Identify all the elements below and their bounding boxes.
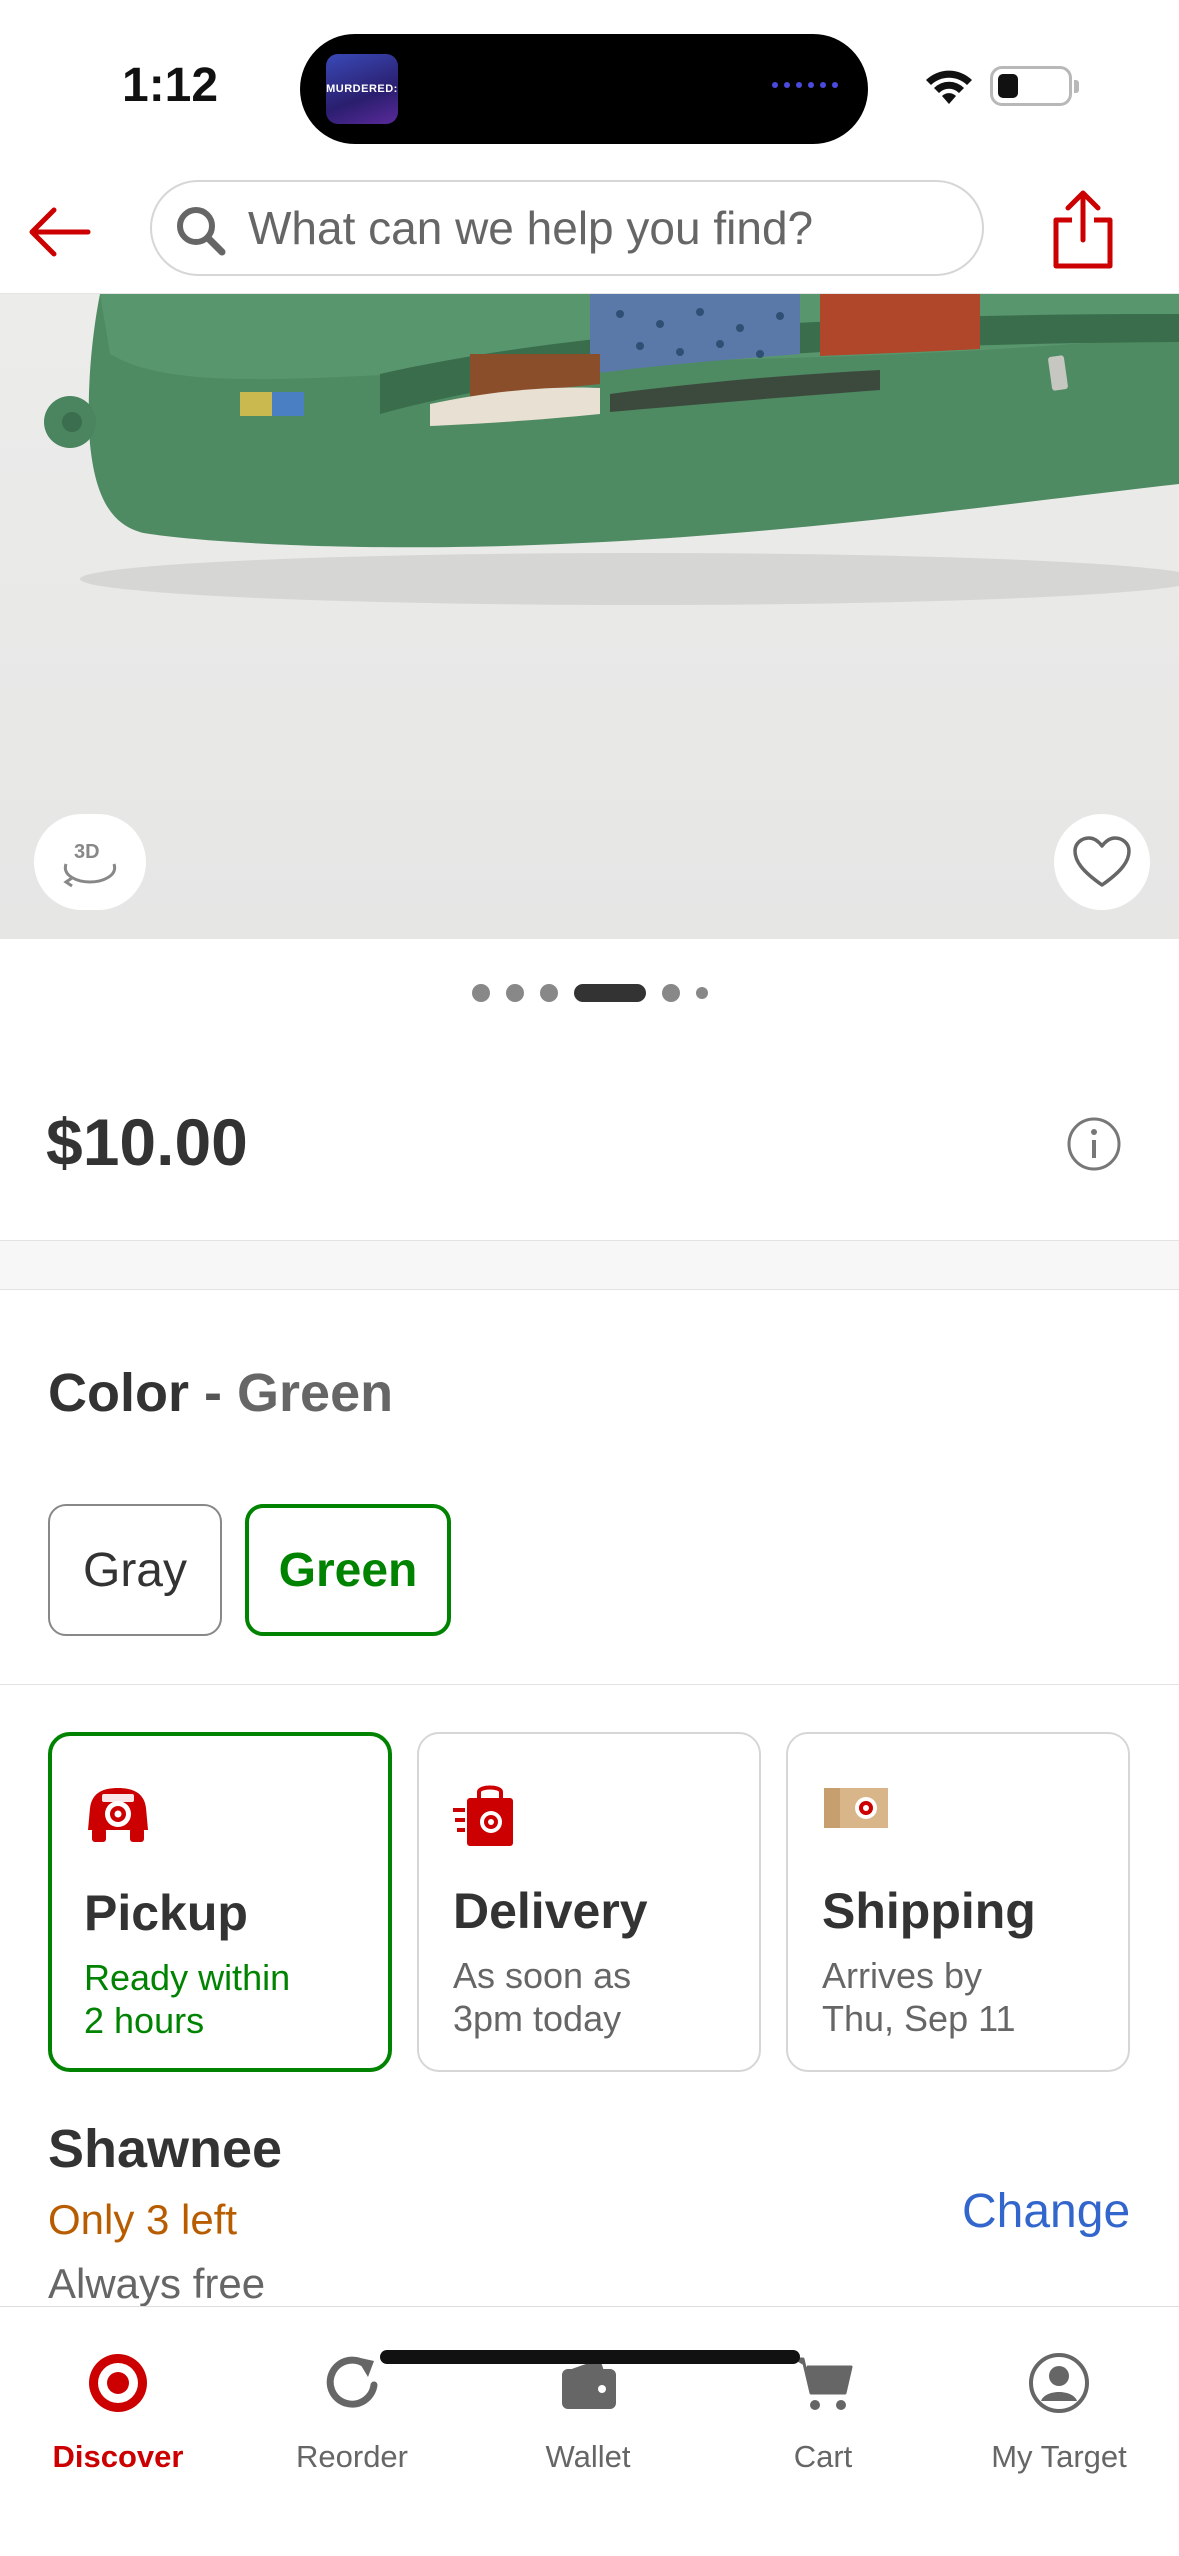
tab-label: Wallet xyxy=(545,2439,631,2474)
delivery-title: Delivery xyxy=(453,1883,648,1939)
battery-icon xyxy=(990,66,1079,106)
rotate-3d-icon: 3D xyxy=(63,841,117,888)
heart-icon xyxy=(1073,836,1131,887)
status-time: 1:12 xyxy=(122,59,219,112)
cart-icon xyxy=(793,2357,853,2410)
bottom-tab-bar: Discover Reorder Wallet Cart My Target xyxy=(0,2306,1179,2556)
tab-my-target[interactable]: My Target xyxy=(959,2327,1159,2474)
top-nav xyxy=(0,170,1179,294)
shipping-eta-line1: Arrives by xyxy=(822,1955,983,1996)
product-image-carousel[interactable]: 3D xyxy=(0,294,1179,939)
pickup-eta: Ready within 2 hours xyxy=(84,1956,374,2042)
tab-reorder[interactable]: Reorder xyxy=(252,2327,452,2474)
pickup-eta-line2: 2 hours xyxy=(84,2000,205,2041)
color-heading: Color - Green xyxy=(48,1362,393,1424)
tab-label: Cart xyxy=(793,2439,853,2474)
share-icon[interactable] xyxy=(1050,188,1116,272)
product-photo xyxy=(44,294,1179,605)
shipping-eta-line2: Thu, Sep 11 xyxy=(822,1998,1016,2039)
tab-discover[interactable]: Discover xyxy=(18,2327,218,2474)
target-bullseye-icon xyxy=(89,2354,147,2412)
fulfillment-pickup-card[interactable]: Pickup Ready within 2 hours xyxy=(48,1732,392,2072)
wifi-icon xyxy=(926,70,972,104)
color-label: Color xyxy=(48,1363,189,1423)
carousel-dot[interactable] xyxy=(695,987,708,999)
carousel-dot[interactable] xyxy=(539,984,558,1002)
audio-waveform-icon xyxy=(772,82,838,88)
home-indicator[interactable] xyxy=(380,2350,800,2364)
fulfillment-shipping-card[interactable]: Shipping Arrives by Thu, Sep 11 xyxy=(786,1732,1130,2072)
delivery-bag-icon xyxy=(453,1785,513,1846)
reorder-icon xyxy=(326,2356,378,2408)
section-divider xyxy=(0,1240,1179,1290)
shipping-box-icon xyxy=(824,1788,888,1828)
info-icon[interactable] xyxy=(1066,1116,1122,1172)
account-icon xyxy=(1029,2353,1089,2413)
svg-text:3D: 3D xyxy=(74,841,100,863)
favorite-button[interactable] xyxy=(1054,814,1150,910)
tab-label: Reorder xyxy=(296,2439,408,2474)
color-option-gray[interactable]: Gray xyxy=(48,1504,222,1636)
dynamic-island[interactable]: MURDERED: xyxy=(300,34,868,144)
color-separator: - xyxy=(204,1363,222,1423)
pickup-title: Pickup xyxy=(84,1885,248,1941)
search-bar[interactable] xyxy=(150,180,984,276)
stock-status: Only 3 left xyxy=(48,2196,238,2243)
tab-wallet[interactable]: Wallet xyxy=(488,2327,688,2474)
tab-label: Discover xyxy=(52,2439,184,2474)
carousel-dot[interactable] xyxy=(661,984,680,1002)
shipping-title: Shipping xyxy=(822,1883,1036,1939)
pickup-cost: Always free xyxy=(48,2260,266,2307)
search-input[interactable] xyxy=(248,200,948,256)
pickup-eta-line1: Ready within xyxy=(84,1957,291,1998)
delivery-eta: As soon as 3pm today xyxy=(453,1954,743,2040)
now-playing-artwork: MURDERED: xyxy=(326,54,398,124)
delivery-eta-line2: 3pm today xyxy=(453,1998,622,2039)
product-price: $10.00 xyxy=(46,1105,248,1179)
tab-label: My Target xyxy=(991,2439,1127,2474)
change-store-link[interactable]: Change xyxy=(962,2184,1130,2239)
store-name: Shawnee xyxy=(48,2119,283,2179)
carousel-indicator xyxy=(0,984,1179,1002)
back-arrow-icon[interactable] xyxy=(24,200,94,264)
tab-cart[interactable]: Cart xyxy=(723,2327,923,2474)
fulfillment-delivery-card[interactable]: Delivery As soon as 3pm today xyxy=(417,1732,761,2072)
color-option-green[interactable]: Green xyxy=(245,1504,451,1636)
view-in-3d-button[interactable]: 3D xyxy=(34,814,146,910)
carousel-dot[interactable] xyxy=(471,984,490,1002)
delivery-eta-line1: As soon as xyxy=(453,1955,632,1996)
section-divider xyxy=(0,1684,1179,1685)
drive-up-car-icon xyxy=(88,1788,148,1842)
shipping-eta: Arrives by Thu, Sep 11 xyxy=(822,1954,1112,2040)
selected-color-value: Green xyxy=(237,1363,394,1423)
search-icon xyxy=(177,207,226,256)
status-bar: 1:12 MURDERED: xyxy=(0,0,1179,170)
carousel-dot[interactable] xyxy=(505,984,524,1002)
carousel-dot-active[interactable] xyxy=(573,984,646,1002)
